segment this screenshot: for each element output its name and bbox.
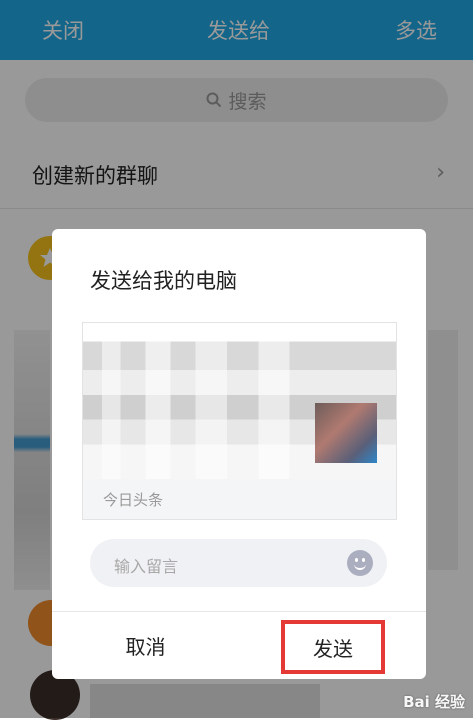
cancel-button[interactable]: 取消 xyxy=(52,612,239,679)
dialog-title: 发送给我的电脑 xyxy=(90,269,237,293)
preview-thumbnail xyxy=(315,403,377,463)
message-placeholder: 输入留言 xyxy=(114,557,179,576)
message-input[interactable]: 输入留言 xyxy=(90,539,387,587)
smiley-icon[interactable] xyxy=(347,550,373,576)
watermark: Bai 经验 xyxy=(403,693,465,711)
send-button[interactable]: 发送 xyxy=(281,620,385,674)
card-source: 今日头条 xyxy=(103,491,164,509)
send-dialog: 发送给我的电脑 今日头条 输入留言 取消 发送 xyxy=(52,229,426,679)
share-card: 今日头条 xyxy=(82,322,397,520)
